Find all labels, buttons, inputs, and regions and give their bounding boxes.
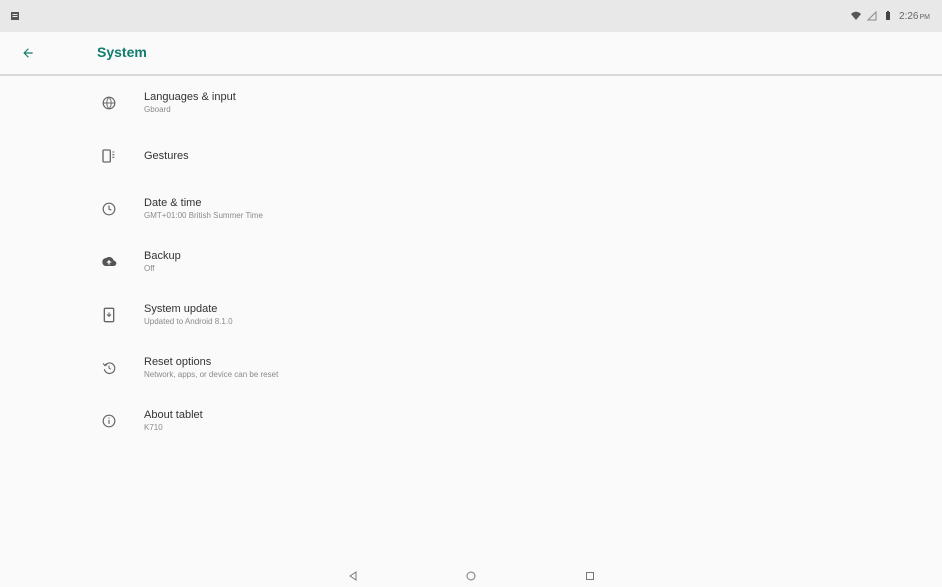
item-texts: System update Updated to Android 8.1.0 — [144, 303, 233, 326]
item-texts: About tablet K710 — [144, 409, 203, 432]
battery-icon — [886, 11, 891, 20]
item-subtitle: K710 — [144, 423, 163, 432]
list-item-languages[interactable]: Languages & input Gboard — [0, 76, 942, 129]
item-title: Reset options — [144, 356, 212, 368]
nav-back-button[interactable] — [346, 569, 360, 583]
list-item-about-tablet[interactable]: About tablet K710 — [0, 394, 942, 447]
status-right: 2:26PM — [851, 11, 942, 22]
item-subtitle: Gboard — [144, 105, 171, 114]
nav-recents-button[interactable] — [583, 569, 597, 583]
back-icon — [349, 571, 357, 581]
item-title: System update — [144, 303, 218, 315]
info-icon — [100, 412, 118, 430]
status-left — [0, 11, 20, 21]
item-texts: Date & time GMT+01:00 British Summer Tim… — [144, 197, 263, 220]
list-item-date-time[interactable]: Date & time GMT+01:00 British Summer Tim… — [0, 182, 942, 235]
wifi-icon — [851, 11, 862, 20]
notification-icon — [11, 12, 19, 20]
item-subtitle: GMT+01:00 British Summer Time — [144, 211, 263, 220]
system-update-icon — [100, 306, 118, 324]
item-title: About tablet — [144, 409, 203, 421]
recents-icon — [586, 572, 594, 580]
arrow-back-icon — [23, 48, 33, 58]
app-bar: System — [0, 32, 942, 76]
status-bar: 2:26PM — [0, 0, 942, 32]
item-title: Date & time — [144, 197, 202, 209]
item-texts: Reset options Network, apps, or device c… — [144, 356, 278, 379]
item-texts: Backup Off — [144, 250, 181, 273]
settings-list: Languages & input Gboard Gestures Date &… — [0, 76, 942, 447]
item-subtitle: Off — [144, 264, 155, 273]
list-item-system-update[interactable]: System update Updated to Android 8.1.0 — [0, 288, 942, 341]
nav-home-button[interactable] — [464, 569, 478, 583]
clock-icon — [100, 200, 118, 218]
back-button[interactable] — [8, 33, 48, 73]
item-texts: Languages & input Gboard — [144, 91, 236, 114]
item-title: Languages & input — [144, 91, 236, 103]
navigation-bar — [0, 565, 942, 587]
item-subtitle: Network, apps, or device can be reset — [144, 370, 279, 379]
gestures-icon — [100, 147, 118, 165]
signal-icon — [867, 11, 877, 21]
item-title: Backup — [144, 250, 181, 262]
status-time: 2:26PM — [899, 10, 930, 22]
item-title: Gestures — [144, 149, 189, 162]
globe-icon — [100, 94, 118, 112]
page-title: System — [97, 44, 147, 60]
item-texts: Gestures — [144, 150, 189, 162]
list-item-reset-options[interactable]: Reset options Network, apps, or device c… — [0, 341, 942, 394]
reset-icon — [100, 359, 118, 377]
list-item-gestures[interactable]: Gestures — [0, 129, 942, 182]
cloud-upload-icon — [100, 253, 118, 271]
item-subtitle: Updated to Android 8.1.0 — [144, 317, 233, 326]
home-icon — [466, 571, 476, 581]
list-item-backup[interactable]: Backup Off — [0, 235, 942, 288]
